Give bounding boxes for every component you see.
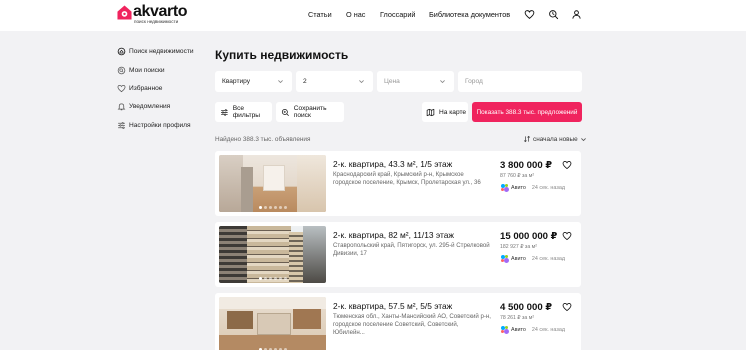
city-placeholder: Город: [465, 78, 483, 85]
show-results-button[interactable]: Показать 388.3 тыс. предложений: [472, 102, 582, 122]
sort-label: сначала новые: [533, 135, 578, 143]
search-history-icon[interactable]: [548, 9, 559, 20]
favorite-heart-icon[interactable]: [562, 160, 572, 170]
nav-about[interactable]: О нас: [346, 10, 365, 19]
chevron-down-icon: [278, 80, 283, 84]
listing-price-per-m2: 78 261 ₽ за м²: [500, 315, 535, 321]
sidebar-item-label: Избранное: [129, 84, 163, 92]
nav-articles[interactable]: Статьи: [308, 10, 332, 19]
sidebar-item-label: Мои поиски: [129, 66, 165, 74]
listing-title[interactable]: 2-к. квартира, 82 м², 11/13 этаж: [333, 230, 454, 240]
sidebar-item-label: Уведомления: [129, 102, 171, 110]
source-name: Авито: [511, 256, 526, 262]
map-icon: [426, 108, 435, 116]
sidebar-item-profile-settings[interactable]: Настройки профиля: [117, 119, 191, 131]
nav-documents-library[interactable]: Библиотека документов: [429, 10, 510, 19]
sidebar-item-my-searches[interactable]: Мои поиски: [117, 64, 165, 76]
listing-card[interactable]: 2-к. квартира, 82 м², 11/13 этаж Ставроп…: [215, 222, 581, 287]
avito-logo-icon: [501, 255, 509, 263]
rooms-select[interactable]: 2: [296, 71, 373, 92]
price-placeholder: Цена: [384, 78, 400, 85]
city-input[interactable]: Город: [458, 71, 582, 92]
results-count: Найдено 388.3 тыс. объявления: [215, 136, 311, 143]
on-map-button[interactable]: На карте: [422, 102, 468, 122]
property-type-select[interactable]: Квартиру: [215, 71, 292, 92]
listing-address: Ставропольский край, Пятигорск, ул. 295-…: [333, 242, 490, 258]
sidebar-item-label: Поиск недвижимости: [129, 47, 194, 55]
favorite-heart-icon[interactable]: [562, 231, 572, 241]
listing-address: Тюменская обл., Ханты-Мансийский АО, Сов…: [333, 313, 491, 337]
price-select[interactable]: Цена: [377, 71, 454, 92]
save-search-button[interactable]: Сохранить поиск: [276, 102, 344, 122]
logo-tagline: поиск недвижимости: [134, 19, 179, 24]
listing-price-per-m2: 87 760 ₽ за м²: [500, 173, 535, 179]
listing-price: 3 800 000 ₽: [500, 160, 553, 171]
property-type-value: Квартиру: [222, 78, 251, 85]
sidebar-item-label: Настройки профиля: [129, 121, 191, 129]
posted-ago: 24 сек. назад: [531, 185, 565, 191]
listing-price: 4 500 000 ₽: [500, 302, 553, 313]
chevron-down-icon: [359, 80, 364, 84]
listing-source: Авито 24 сек. назад: [501, 184, 565, 192]
posted-ago: 24 сек. назад: [531, 327, 565, 333]
posted-ago: 24 сек. назад: [531, 256, 565, 262]
on-map-label: На карте: [439, 108, 467, 116]
filter-icon: [221, 108, 228, 116]
listing-source: Авито 24 сек. назад: [501, 255, 565, 263]
listing-photo[interactable]: [219, 297, 326, 350]
user-icon[interactable]: [571, 9, 582, 20]
listing-address: Краснодарский край, Крымский р-н, Крымск…: [333, 171, 481, 187]
sidebar-item-notifications[interactable]: Уведомления: [117, 100, 170, 112]
source-name: Авито: [511, 327, 526, 333]
page-title: Купить недвижимость: [215, 48, 349, 62]
listing-source: Авито 24 сек. назад: [501, 326, 565, 334]
settings-icon: [118, 121, 125, 129]
avito-logo-icon: [501, 326, 509, 334]
listing-card[interactable]: 2-к. квартира, 57.5 м², 5/5 этаж Тюменск…: [215, 293, 581, 350]
listing-title[interactable]: 2-к. квартира, 57.5 м², 5/5 этаж: [333, 301, 452, 311]
bell-icon: [117, 102, 126, 110]
heart-icon[interactable]: [524, 9, 535, 20]
avito-logo-icon: [501, 184, 509, 192]
source-name: Авито: [511, 185, 526, 191]
search-icon: [117, 66, 126, 74]
save-search-label: Сохранить поиск: [293, 105, 327, 119]
all-filters-label: Все фильтры: [232, 105, 261, 119]
favorite-heart-icon[interactable]: [562, 302, 572, 312]
listing-price-per-m2: 182 927 ₽ за м²: [500, 244, 537, 250]
listing-photo[interactable]: [219, 226, 326, 283]
logo[interactable]: akvarto поиск недвижимости: [117, 3, 188, 25]
nav-glossary[interactable]: Глоссарий: [380, 10, 416, 19]
sidebar-item-favorites[interactable]: Избранное: [117, 82, 162, 94]
all-filters-button[interactable]: Все фильтры: [215, 102, 272, 122]
rooms-value: 2: [303, 78, 307, 85]
listing-photo[interactable]: [219, 155, 326, 212]
save-search-icon: [281, 108, 289, 116]
search-home-icon: [117, 47, 126, 55]
listing-card[interactable]: 2-к. квартира, 43.3 м², 1/5 этаж Краснод…: [215, 151, 581, 216]
top-header: akvarto поиск недвижимости Статьи О нас …: [0, 0, 746, 31]
chevron-down-icon: [440, 80, 445, 84]
sort-icon: [523, 135, 531, 143]
logo-name: akvarto: [133, 3, 188, 20]
heart-icon: [117, 84, 126, 92]
chevron-down-icon: [580, 137, 586, 141]
listing-title[interactable]: 2-к. квартира, 43.3 м², 1/5 этаж: [333, 159, 452, 169]
listing-price: 15 000 000 ₽: [500, 231, 558, 242]
logo-house-icon: [117, 5, 132, 20]
sidebar-item-property-search[interactable]: Поиск недвижимости: [117, 45, 194, 57]
sort-select[interactable]: сначала новые: [523, 135, 587, 143]
